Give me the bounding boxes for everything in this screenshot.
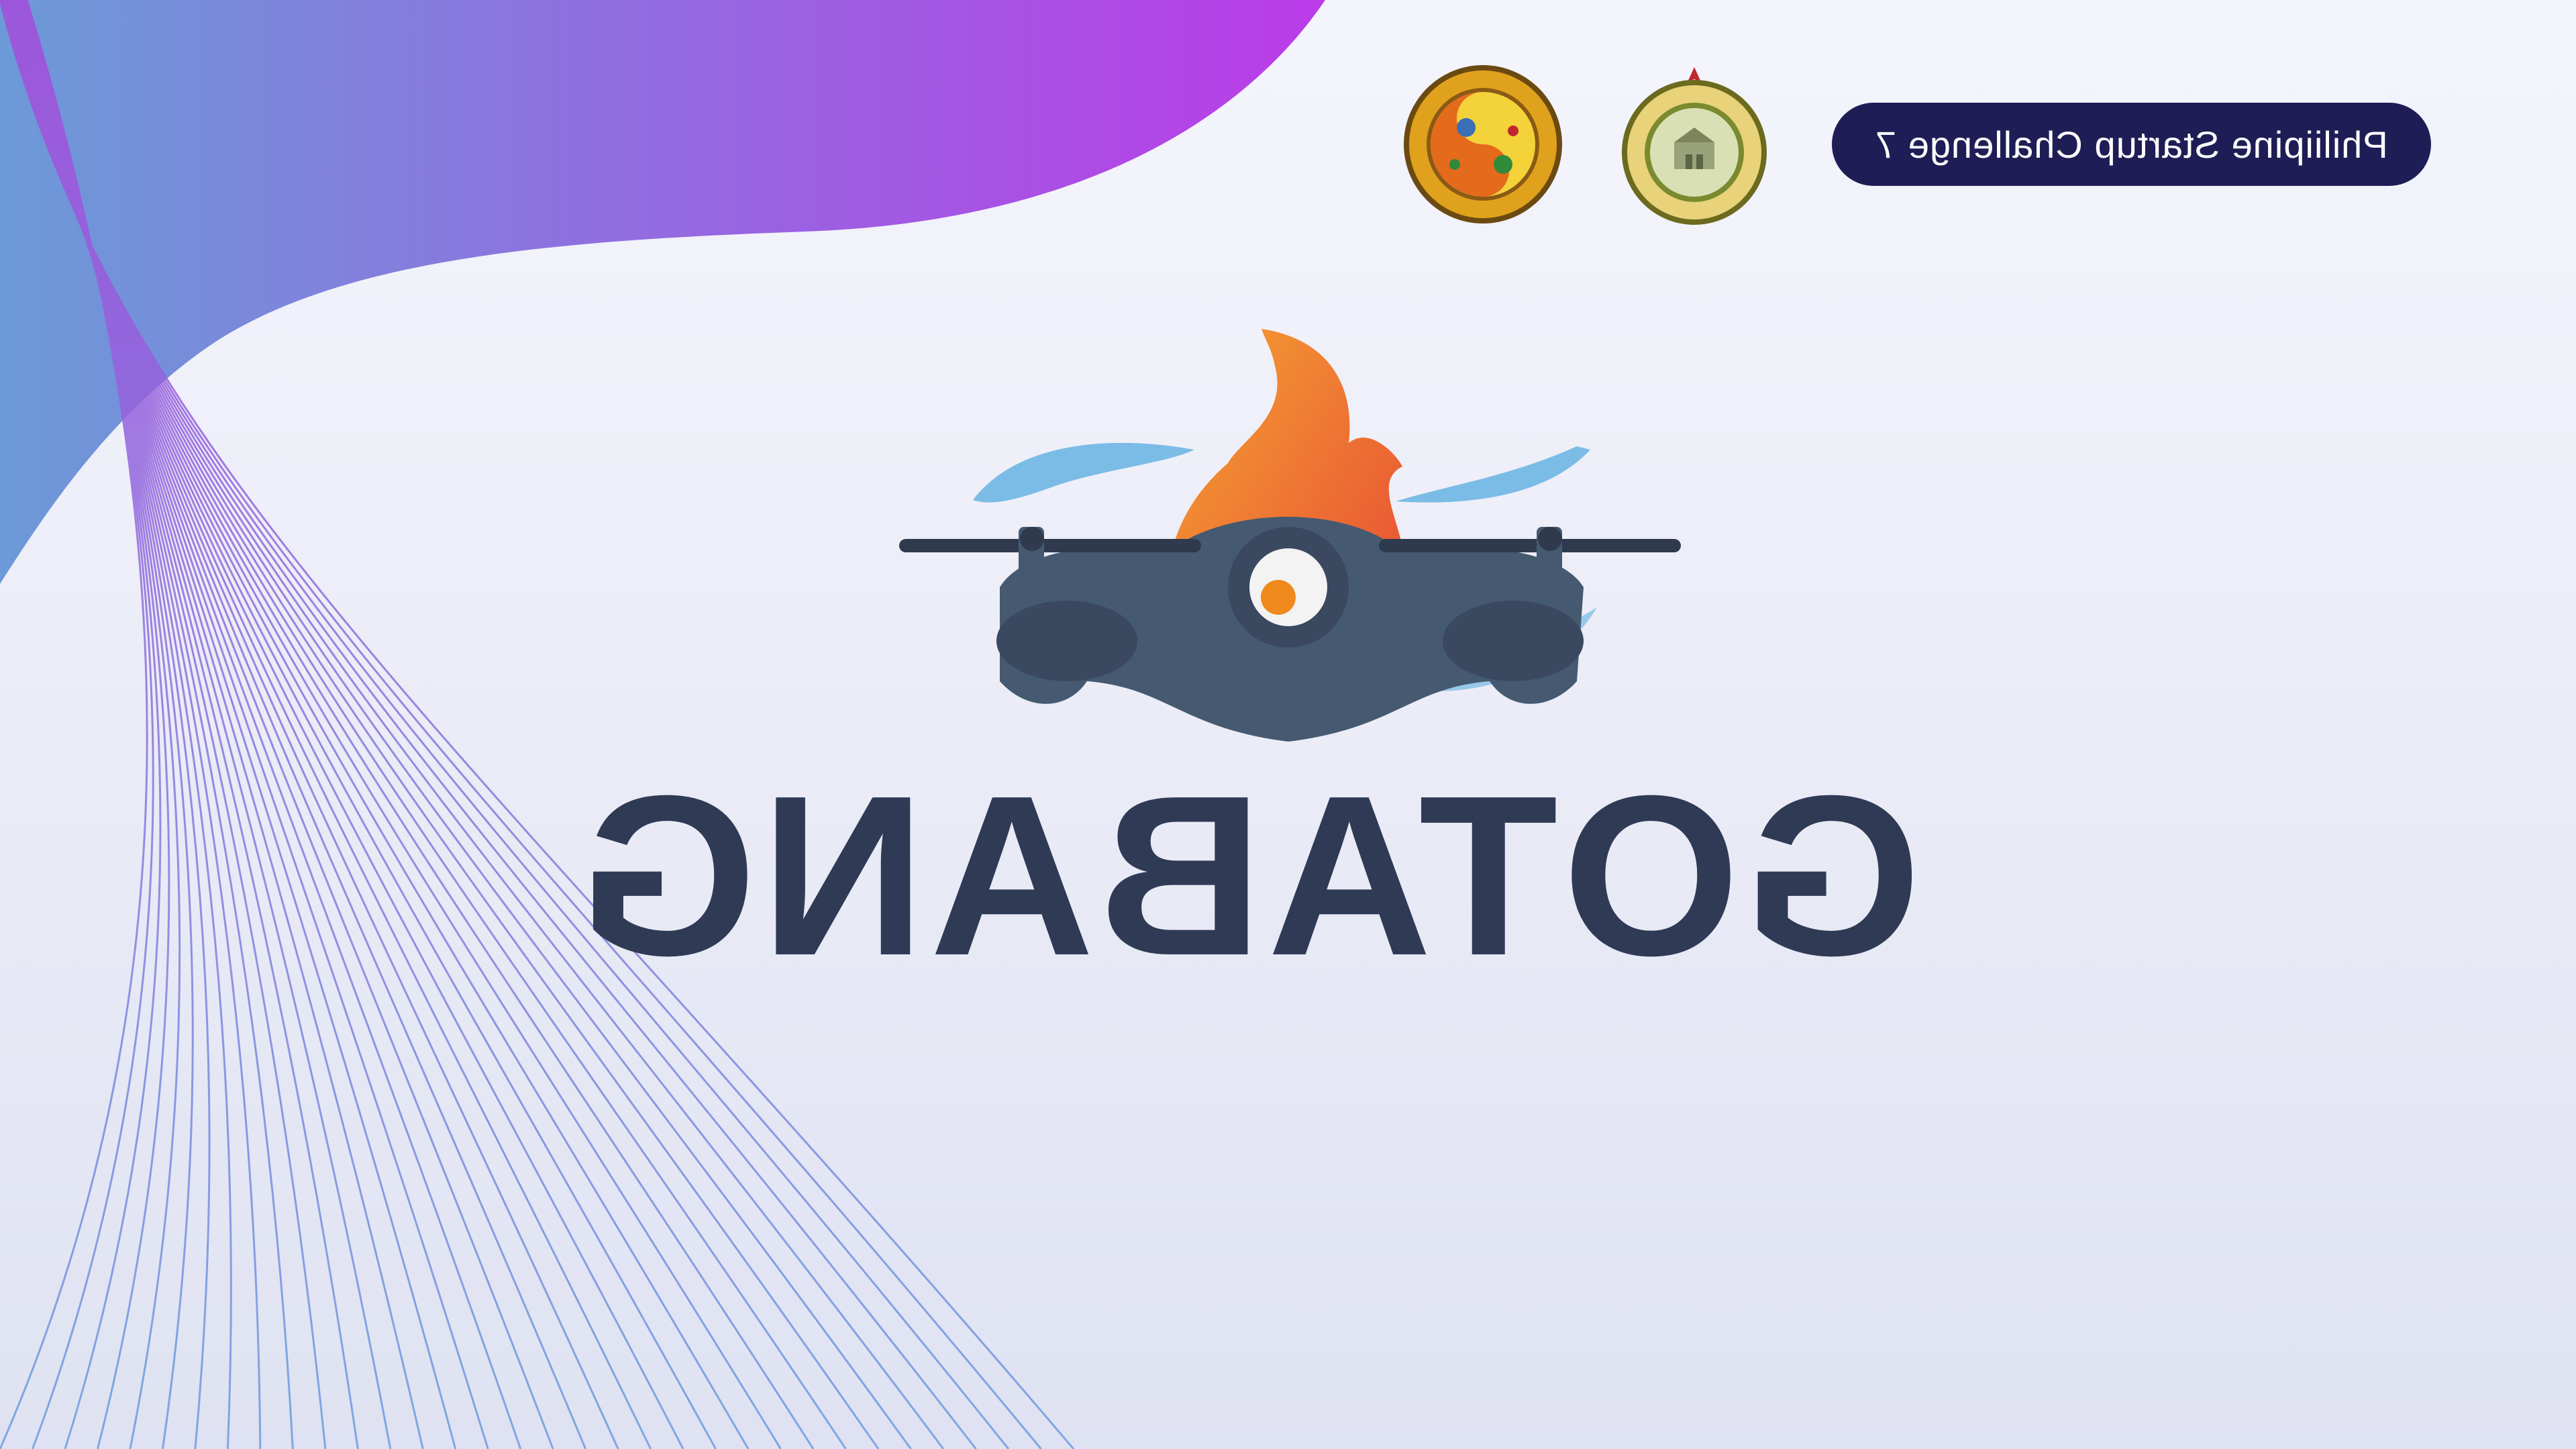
drone-icon (899, 329, 1681, 742)
event-badge-label: Philiipine Startup Challenge 7 (1875, 123, 2388, 166)
event-badge: Philiipine Startup Challenge 7 (1832, 103, 2431, 186)
university-seal-logo (1622, 67, 1767, 225)
brand-name: GOTABANG (575, 748, 1921, 1003)
brand-wordmark: GOTABANG (490, 748, 2006, 1003)
school-seal-logo (1404, 65, 1562, 223)
